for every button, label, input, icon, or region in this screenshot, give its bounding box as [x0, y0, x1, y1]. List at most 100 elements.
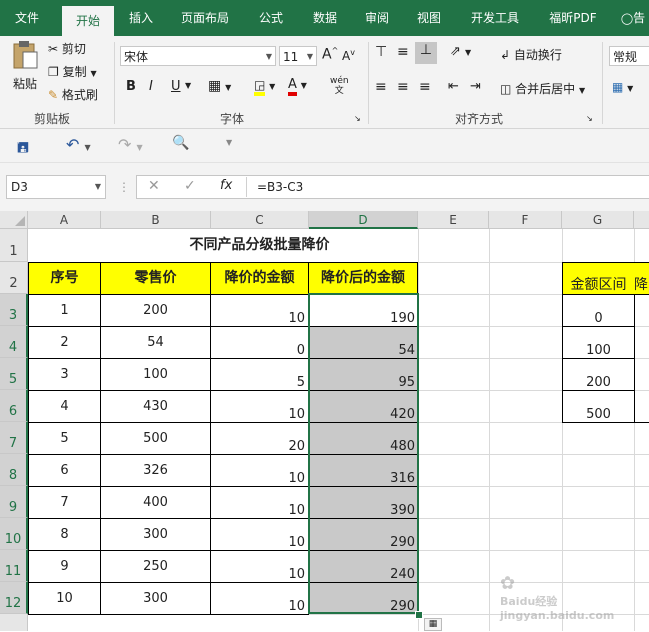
table-cell-discount[interactable]: 10: [211, 518, 309, 551]
table-cell-discount[interactable]: 10: [211, 486, 309, 519]
header-cell-discount[interactable]: 降价的金额: [211, 262, 309, 295]
bold-button[interactable]: B: [126, 79, 136, 94]
side-table-cell[interactable]: 200: [562, 358, 635, 391]
tab-page-layout[interactable]: 页面布局: [172, 0, 238, 36]
row-header-7[interactable]: 7: [0, 422, 28, 454]
column-header-a[interactable]: A: [28, 211, 101, 229]
fill-handle[interactable]: [415, 611, 423, 619]
row-header-4[interactable]: 4: [0, 326, 28, 358]
tab-file[interactable]: 文件: [4, 0, 50, 36]
tab-foxit-pdf[interactable]: 福昕PDF: [540, 0, 606, 36]
formula-text[interactable]: =B3-C3: [257, 175, 303, 199]
header-cell-final[interactable]: 降价后的金额: [309, 262, 418, 295]
tab-tell-me[interactable]: ◯告: [618, 0, 648, 36]
tab-review[interactable]: 审阅: [354, 0, 400, 36]
align-right-button[interactable]: ≡: [419, 79, 431, 95]
align-middle-button[interactable]: ≡: [397, 44, 409, 60]
tab-developer[interactable]: 开发工具: [462, 0, 528, 36]
column-header-f[interactable]: F: [489, 211, 562, 229]
table-cell-discount[interactable]: 5: [211, 358, 309, 391]
tab-home[interactable]: 开始: [62, 6, 114, 36]
underline-button[interactable]: U: [171, 79, 181, 94]
insert-function-button[interactable]: fx: [220, 178, 232, 193]
undo-button[interactable]: ↶ ▼: [66, 135, 91, 154]
merge-center-button[interactable]: ◫ 合并后居中 ▼: [500, 80, 585, 97]
table-cell-price[interactable]: 54: [101, 326, 211, 359]
formula-input-box[interactable]: [136, 175, 649, 199]
decrease-indent-button[interactable]: ⇤: [448, 79, 459, 94]
table-cell-price[interactable]: 250: [101, 550, 211, 583]
row-header-6[interactable]: 6: [0, 390, 28, 422]
wrap-text-button[interactable]: ↲ 自动换行: [500, 46, 562, 63]
font-color-button[interactable]: A ▼: [288, 77, 307, 96]
align-center-button[interactable]: ≡: [397, 79, 409, 95]
table-cell-price[interactable]: 300: [101, 582, 211, 615]
table-cell-seq[interactable]: 2: [28, 326, 101, 359]
select-all-button[interactable]: [0, 211, 28, 229]
number-format-select[interactable]: 常规: [609, 46, 649, 66]
table-cell-price[interactable]: 100: [101, 358, 211, 391]
align-left-button[interactable]: ≡: [375, 79, 387, 95]
row-header-1[interactable]: 1: [0, 229, 28, 262]
fill-color-button[interactable]: ◲ ▼: [254, 78, 275, 96]
table-cell-discount[interactable]: 10: [211, 550, 309, 583]
cut-button[interactable]: ✂ 剪切: [48, 40, 86, 57]
table-cell-seq[interactable]: 6: [28, 454, 101, 487]
format-painter-button[interactable]: ✎ 格式刷: [48, 86, 98, 103]
copy-button[interactable]: ❐ 复制 ▼: [48, 63, 97, 80]
table-cell-discount[interactable]: 10: [211, 582, 309, 615]
customize-qat-button[interactable]: ▼: [226, 138, 232, 147]
table-cell-discount[interactable]: 10: [211, 454, 309, 487]
table-cell-seq[interactable]: 3: [28, 358, 101, 391]
row-header-2[interactable]: 2: [0, 262, 28, 294]
shrink-font-button[interactable]: Av: [342, 48, 355, 63]
borders-button[interactable]: ▦ ▼: [208, 78, 231, 94]
table-cell-price[interactable]: 326: [101, 454, 211, 487]
column-header-d[interactable]: D: [309, 211, 418, 229]
alignment-dialog-launcher[interactable]: ↘: [586, 114, 593, 123]
orientation-button[interactable]: ⇗ ▼: [450, 44, 471, 59]
cancel-icon[interactable]: ✕: [148, 178, 160, 194]
column-header-b[interactable]: B: [101, 211, 211, 229]
table-cell-discount[interactable]: 10: [211, 294, 309, 327]
font-dialog-launcher[interactable]: ↘: [354, 114, 361, 123]
row-header-13[interactable]: [0, 614, 28, 631]
header-cell-seq[interactable]: 序号: [28, 262, 101, 295]
align-top-button[interactable]: ⊤: [375, 44, 387, 60]
font-size-select[interactable]: 11 ▼: [279, 46, 317, 66]
table-cell-seq[interactable]: 9: [28, 550, 101, 583]
quick-analysis-button[interactable]: ▦: [424, 618, 442, 631]
column-header-h[interactable]: [634, 211, 649, 229]
table-cell-seq[interactable]: 4: [28, 390, 101, 423]
italic-button[interactable]: I: [149, 79, 153, 94]
phonetic-button[interactable]: wén 文: [330, 76, 349, 96]
table-cell-seq[interactable]: 8: [28, 518, 101, 551]
name-box[interactable]: D3 ▼: [6, 175, 106, 199]
column-header-c[interactable]: C: [211, 211, 309, 229]
row-header-12[interactable]: 12: [0, 582, 28, 614]
tab-data[interactable]: 数据: [302, 0, 348, 36]
table-cell-price[interactable]: 500: [101, 422, 211, 455]
row-header-5[interactable]: 5: [0, 358, 28, 390]
table-cell-seq[interactable]: 5: [28, 422, 101, 455]
side-table-header[interactable]: 金额区间: [562, 262, 635, 295]
underline-dropdown[interactable]: ▼: [185, 81, 191, 90]
tab-formulas[interactable]: 公式: [248, 0, 294, 36]
row-header-3[interactable]: 3: [0, 294, 28, 326]
table-cell-seq[interactable]: 1: [28, 294, 101, 327]
side-table-cell[interactable]: 500: [562, 390, 635, 423]
table-cell-price[interactable]: 400: [101, 486, 211, 519]
table-cell-seq[interactable]: 7: [28, 486, 101, 519]
sheet-title[interactable]: 不同产品分级批量降价: [101, 229, 418, 262]
tab-view[interactable]: 视图: [406, 0, 452, 36]
row-header-8[interactable]: 8: [0, 454, 28, 486]
accounting-format-button[interactable]: ▦ ▼: [612, 80, 633, 94]
table-cell-price[interactable]: 300: [101, 518, 211, 551]
row-header-11[interactable]: 11: [0, 550, 28, 582]
align-bottom-button[interactable]: ⊥: [415, 42, 437, 64]
table-cell-discount[interactable]: 20: [211, 422, 309, 455]
side-table-header-2[interactable]: 降: [634, 262, 649, 295]
enter-icon[interactable]: ✓: [184, 178, 196, 194]
grow-font-button[interactable]: A^: [322, 46, 338, 63]
print-preview-button[interactable]: 🔍: [172, 135, 189, 151]
